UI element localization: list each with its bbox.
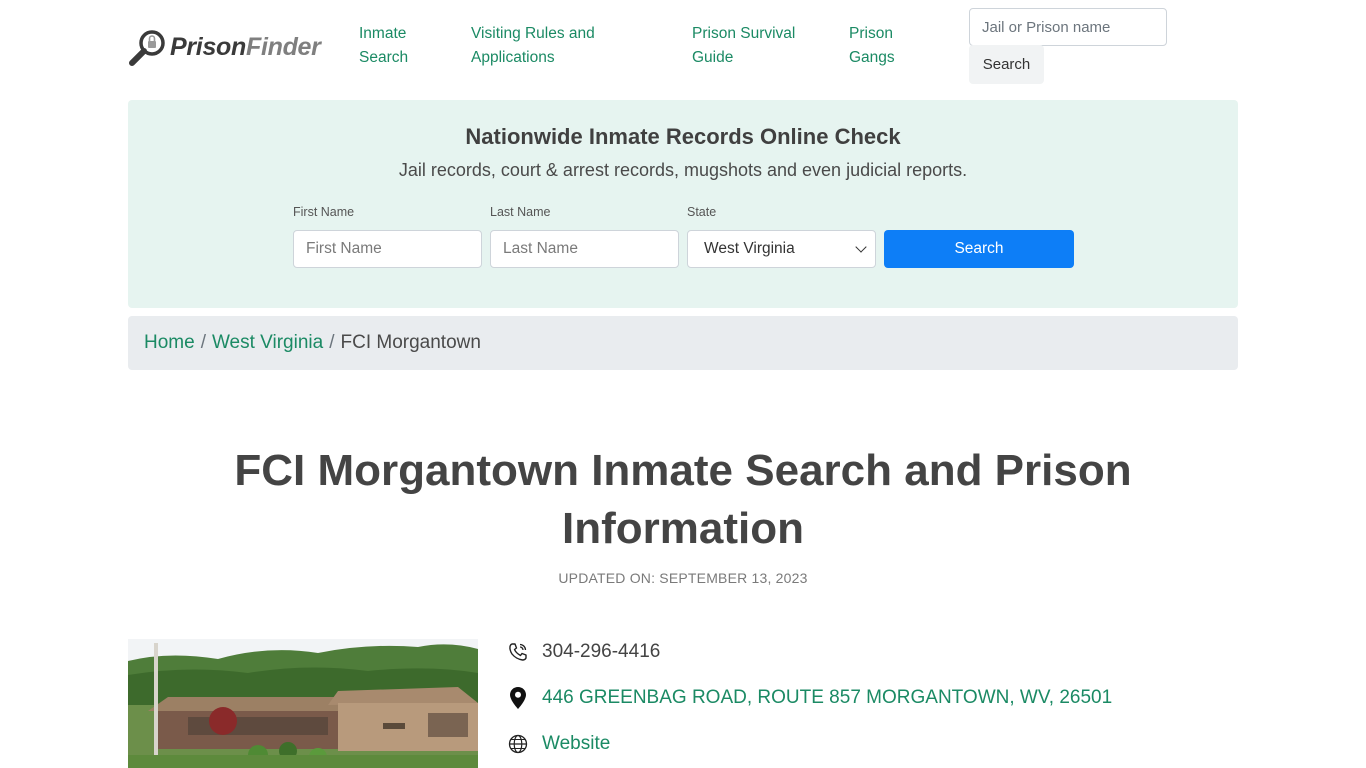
nav-prison-gangs[interactable]: Prison Gangs	[849, 22, 895, 70]
first-name-input[interactable]	[293, 230, 482, 268]
state-select[interactable]: West Virginia	[687, 230, 876, 268]
panel-subtitle: Jail records, court & arrest records, mu…	[398, 160, 968, 180]
map-pin-icon	[508, 687, 528, 709]
state-label: State	[687, 205, 717, 219]
address-link[interactable]: 446 GREENBAG ROAD, ROUTE 857 MORGANTOWN,…	[542, 687, 1112, 709]
site-header: PrisonFinder Inmate Search Visiting Rules…	[128, 0, 1238, 96]
breadcrumb-state[interactable]: West Virginia	[212, 332, 323, 354]
chevron-down-icon	[855, 241, 867, 253]
breadcrumb-separator: /	[329, 332, 335, 353]
globe-icon	[508, 733, 528, 755]
breadcrumb-current: FCI Morgantown	[340, 332, 481, 353]
site-logo[interactable]: PrisonFinder	[128, 26, 321, 68]
state-select-value: West Virginia	[704, 240, 795, 257]
phone-icon	[508, 641, 528, 663]
nav-prison-survival-guide[interactable]: Prison Survival Guide	[692, 22, 795, 70]
panel-title: Nationwide Inmate Records Online Check	[465, 124, 901, 149]
last-name-label: Last Name	[490, 205, 551, 219]
nav-inmate-search[interactable]: Inmate Search	[359, 22, 408, 70]
breadcrumb-separator: /	[200, 332, 206, 353]
prison-search-input[interactable]	[969, 8, 1167, 46]
updated-date: UPDATED ON: SEPTEMBER 13, 2023	[558, 570, 808, 586]
breadcrumb: Home / West Virginia / FCI Morgantown	[128, 316, 1238, 370]
first-name-label: First Name	[293, 205, 355, 219]
contact-address: 446 GREENBAG ROAD, ROUTE 857 MORGANTOWN,…	[508, 687, 1112, 709]
contact-phone: 304-296-4416	[508, 641, 660, 663]
contact-website: Website	[508, 733, 610, 755]
inmate-records-panel: Nationwide Inmate Records Online Check J…	[128, 100, 1238, 308]
website-link[interactable]: Website	[542, 733, 610, 755]
nav-visiting-rules[interactable]: Visiting Rules and Applications	[471, 22, 595, 70]
phone-number: 304-296-4416	[542, 641, 661, 662]
prison-search-button[interactable]: Search	[969, 45, 1044, 84]
records-search-button[interactable]: Search	[884, 230, 1074, 268]
logo-wordmark: PrisonFinder	[170, 32, 321, 61]
facility-photo	[128, 639, 478, 768]
page-title: FCI Morgantown Inmate Search and Prison I…	[234, 446, 1132, 553]
breadcrumb-home[interactable]: Home	[144, 332, 195, 354]
magnifier-lock-icon	[128, 26, 168, 68]
last-name-input[interactable]	[490, 230, 679, 268]
